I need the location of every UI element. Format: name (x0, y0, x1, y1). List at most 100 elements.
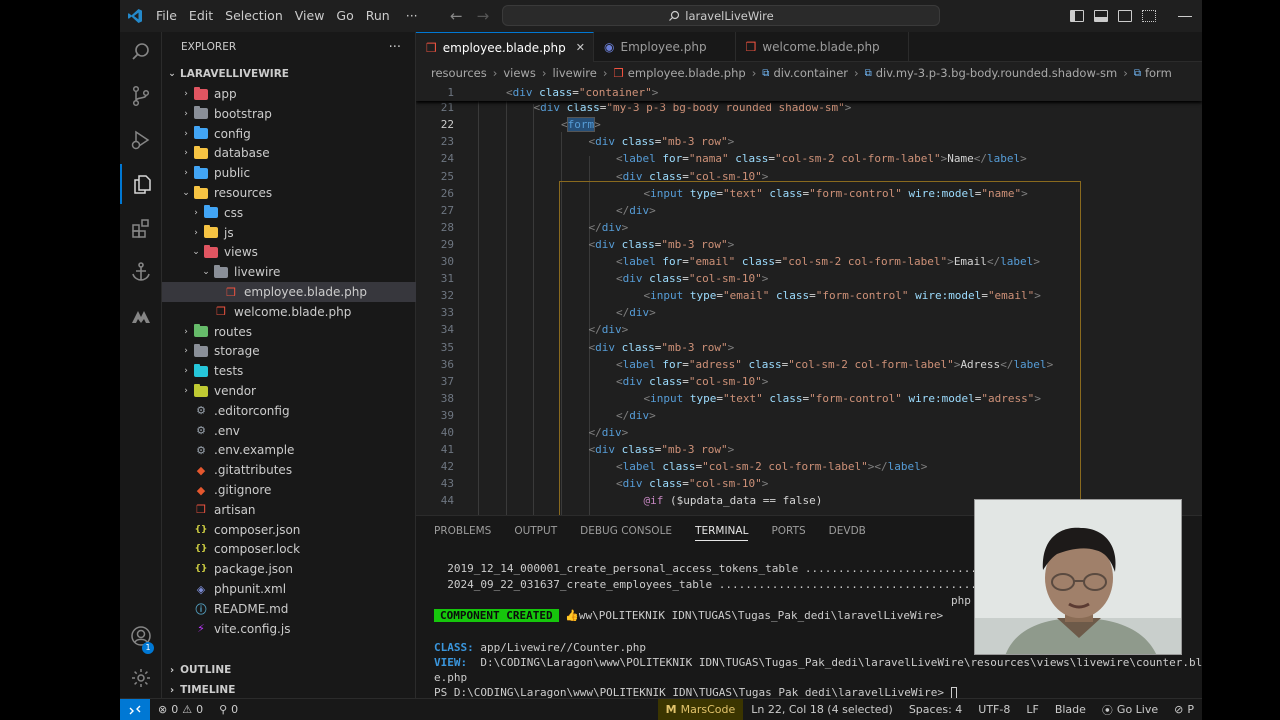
folder-storage[interactable]: › storage (162, 341, 416, 361)
workspace-root[interactable]: ⌄ LARAVELLIVEWIRE (162, 64, 416, 84)
folder-database[interactable]: › database (162, 143, 416, 163)
folder-livewire[interactable]: ⌄ livewire (162, 262, 416, 282)
code-line: <div class="my-3 p-3 bg-body rounded sha… (534, 99, 852, 116)
git-icon: ◆ (196, 463, 206, 477)
manage-gear-icon[interactable] (120, 658, 162, 698)
panel-tab-problems[interactable]: PROBLEMS (434, 525, 491, 537)
panel-tab-devdb[interactable]: DEVDB (829, 525, 866, 537)
breadcrumb-item[interactable]: form (1145, 66, 1172, 80)
code-token: = (682, 477, 689, 491)
command-center-search[interactable]: laravelLiveWire (502, 5, 940, 26)
code-line: </div> (589, 424, 629, 441)
prettier-status[interactable]: ⊘ P (1166, 699, 1202, 720)
code-editor[interactable]: 20<!-- START FORM -->21<div class="my-3 … (416, 84, 1202, 515)
tab-welcome.blade.php[interactable]: ❒ welcome.blade.php (736, 32, 909, 62)
file-phpunit.xml[interactable]: ◈ phpunit.xml (162, 579, 416, 599)
breadcrumb-item[interactable]: resources (431, 66, 487, 80)
customize-layout-icon[interactable] (1142, 10, 1156, 22)
folder-app[interactable]: › app (162, 84, 416, 104)
code-token: > (1046, 357, 1054, 371)
breadcrumb-item[interactable]: div.my-3.p-3.bg-body.rounded.shadow-sm (876, 66, 1117, 80)
anchor-icon[interactable] (120, 252, 162, 292)
folder-tests[interactable]: › tests (162, 361, 416, 381)
file-gitignore[interactable]: ◆ .gitignore (162, 480, 416, 500)
menu-edit[interactable]: Edit (183, 0, 219, 32)
code-token: </ (986, 255, 1001, 268)
go-live-button[interactable]: ⦿ Go Live (1094, 699, 1166, 720)
eol-status[interactable]: LF (1018, 699, 1046, 720)
file-env.example[interactable]: ⚙ .env.example (162, 440, 416, 460)
line-number: 27 (440, 203, 454, 217)
cursor-position[interactable]: Ln 22, Col 18 (4 selected) (743, 699, 901, 720)
file-README.md[interactable]: ⓘ README.md (162, 599, 416, 619)
tab-employee.blade.php[interactable]: ❒ employee.blade.php ✕ (416, 32, 594, 62)
close-icon[interactable]: ✕ (576, 41, 585, 54)
tree-item-label: composer.lock (214, 542, 301, 557)
timeline-section[interactable]: › TIMELINE (162, 680, 416, 700)
folder-routes[interactable]: › routes (162, 322, 416, 342)
marscode-icon[interactable] (120, 296, 162, 336)
toggle-secondary-sidebar-icon[interactable] (1118, 10, 1132, 22)
panel-tab-output[interactable]: OUTPUT (514, 525, 557, 537)
panel-tab-terminal[interactable]: TERMINAL (695, 525, 749, 541)
run-debug-icon[interactable] (120, 120, 162, 160)
code-token: div (629, 408, 650, 422)
menu-run[interactable]: Run (360, 0, 396, 32)
language-mode[interactable]: Blade (1047, 699, 1094, 720)
encoding-status[interactable]: UTF-8 (970, 699, 1018, 720)
panel-tab-debug-console[interactable]: DEBUG CONSOLE (580, 525, 672, 537)
explorer-more-button[interactable]: ··· (389, 40, 401, 55)
accounts-icon[interactable]: 1 (120, 616, 162, 656)
back-arrow-icon[interactable]: ← (450, 7, 463, 25)
extensions-icon[interactable] (120, 208, 162, 248)
folder-vendor[interactable]: › vendor (162, 381, 416, 401)
file-welcome.blade.php[interactable]: ❒ welcome.blade.php (162, 302, 416, 322)
file-package.json[interactable]: {} package.json (162, 559, 416, 579)
file-artisan[interactable]: ❒ artisan (162, 500, 416, 520)
marscode-status[interactable]: M MarsCode (657, 698, 744, 720)
search-icon[interactable] (120, 32, 162, 72)
breadcrumb-item[interactable]: views (503, 66, 535, 80)
folder-public[interactable]: › public (162, 163, 416, 183)
code-token: div (622, 169, 643, 183)
forward-arrow-icon[interactable]: → (477, 7, 490, 25)
breadcrumb-item[interactable]: div.container (773, 66, 848, 80)
folder-bootstrap[interactable]: › bootstrap (162, 104, 416, 124)
breadcrumb-item[interactable]: livewire (552, 66, 596, 80)
remote-indicator-icon[interactable] (120, 698, 150, 720)
breadcrumb-item[interactable]: employee.blade.php (628, 66, 746, 80)
menu-view[interactable]: View (289, 0, 331, 32)
explorer-icon[interactable] (120, 164, 162, 204)
file-editorconfig[interactable]: ⚙ .editorconfig (162, 401, 416, 421)
file-composer.json[interactable]: {} composer.json (162, 520, 416, 540)
file-composer.lock[interactable]: {} composer.lock (162, 539, 416, 559)
marscode-status-icon: M (665, 703, 677, 716)
file-employee.blade.php[interactable]: ❒ employee.blade.php (162, 282, 416, 302)
symbol-icon: ⧉ (1133, 67, 1141, 79)
ports-status[interactable]: ⚲ 0 (211, 699, 246, 720)
outline-section[interactable]: › OUTLINE (162, 660, 416, 680)
more-menu-button[interactable]: ··· (400, 0, 424, 32)
file-env[interactable]: ⚙ .env (162, 421, 416, 441)
toggle-sidebar-icon[interactable] (1070, 10, 1084, 22)
folder-config[interactable]: › config (162, 124, 416, 144)
folder-resources[interactable]: ⌄ resources (162, 183, 416, 203)
folder-views[interactable]: ⌄ views (162, 242, 416, 262)
panel-tab-ports[interactable]: PORTS (771, 525, 805, 537)
menu-go[interactable]: Go (330, 0, 359, 32)
code-token: "mb-3 row" (661, 340, 728, 354)
toggle-panel-icon[interactable] (1094, 10, 1108, 22)
indentation-status[interactable]: Spaces: 4 (901, 699, 970, 720)
minimize-icon[interactable] (1178, 15, 1192, 17)
menu-selection[interactable]: Selection (219, 0, 289, 32)
tab-Employee.php[interactable]: ◉ Employee.php (594, 32, 736, 62)
problems-status[interactable]: ⊗ 0 ⚠ 0 (150, 699, 211, 720)
folder-js[interactable]: › js (162, 223, 416, 243)
code-token: < (616, 374, 623, 388)
file-vite.config.js[interactable]: ⚡ vite.config.js (162, 619, 416, 639)
menu-file[interactable]: File (150, 0, 183, 32)
source-control-icon[interactable] (120, 76, 162, 116)
folder-css[interactable]: › css (162, 203, 416, 223)
file-gitattributes[interactable]: ◆ .gitattributes (162, 460, 416, 480)
code-token: = (774, 255, 782, 268)
